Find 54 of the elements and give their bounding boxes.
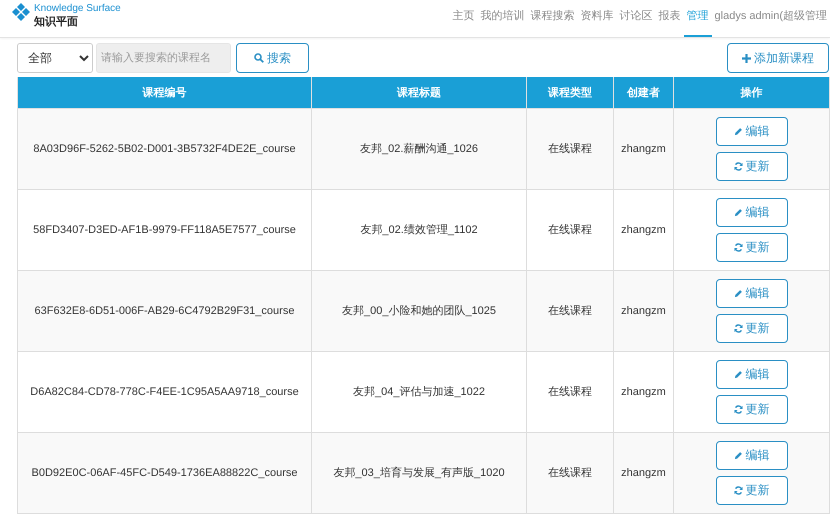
course-title-cell: 友邦_03_培育与发展_有声版_1020 <box>312 432 526 514</box>
logo-name: Knowledge Surface <box>34 3 121 15</box>
course-type-cell: 在线课程 <box>526 270 614 352</box>
nav-link[interactable]: 课程搜索 <box>528 0 578 37</box>
column-header: 课程标题 <box>312 77 526 108</box>
search-field[interactable]: 请输入要搜索的课程名 <box>96 43 231 73</box>
edit-button[interactable]: 编辑 <box>716 117 788 146</box>
refresh-icon <box>734 486 742 495</box>
update-button[interactable]: 更新 <box>716 233 788 262</box>
refresh-icon <box>734 324 742 333</box>
edit-button[interactable]: 编辑 <box>716 360 788 389</box>
refresh-icon <box>734 162 742 171</box>
nav-link[interactable]: 管理 <box>684 0 712 37</box>
pencil-icon <box>734 289 742 298</box>
search-icon <box>254 53 264 63</box>
nav-link[interactable]: 主页 <box>450 0 478 37</box>
logo-icon <box>12 3 30 21</box>
nav-link[interactable]: 资料库 <box>578 0 617 37</box>
edit-button[interactable]: 编辑 <box>716 198 788 227</box>
nav-link[interactable]: gladys admin(超级管理 <box>712 0 830 37</box>
column-header: 创建者 <box>614 77 674 108</box>
edit-button[interactable]: 编辑 <box>716 441 788 470</box>
update-button[interactable]: 更新 <box>716 152 788 181</box>
nav-link[interactable]: 报表 <box>656 0 684 37</box>
update-button[interactable]: 更新 <box>716 476 788 505</box>
pencil-icon <box>734 451 742 460</box>
pencil-icon <box>734 127 742 136</box>
refresh-icon <box>734 405 742 414</box>
course-id-cell: 63F632E8-6D51-006F-AB29-6C4792B29F31_course <box>18 270 312 352</box>
search-button[interactable]: 搜索 <box>236 43 309 73</box>
pencil-icon <box>734 370 742 379</box>
course-id-cell: 8A03D96F-5262-5B02-D001-3B5732F4DE2E_course <box>18 108 312 190</box>
update-button[interactable]: 更新 <box>716 395 788 424</box>
course-title-cell: 友邦_02.薪酬沟通_1026 <box>312 108 526 190</box>
add-course-button[interactable]: 添加新课程 <box>727 43 829 73</box>
nav-link[interactable]: 讨论区 <box>616 0 656 37</box>
nav-link[interactable]: 我的培训 <box>478 0 528 37</box>
column-header: 课程类型 <box>526 77 614 108</box>
course-id-cell: B0D92E0C-06AF-45FC-D549-1736EA88822C_course <box>18 432 312 514</box>
course-type-cell: 在线课程 <box>526 432 614 514</box>
edit-button[interactable]: 编辑 <box>716 279 788 308</box>
pencil-icon <box>734 208 742 217</box>
course-type-cell: 在线课程 <box>526 108 614 190</box>
logo-subtitle: 知识平面 <box>34 16 79 28</box>
creator-cell: zhangzm <box>614 270 674 352</box>
creator-cell: zhangzm <box>614 432 674 514</box>
update-button[interactable]: 更新 <box>716 314 788 343</box>
column-header: 课程编号 <box>18 77 312 108</box>
filter-dropdown[interactable]: 全部 <box>17 43 93 73</box>
plus-icon <box>742 54 751 62</box>
creator-cell: zhangzm <box>614 108 674 190</box>
column-header: 操作 <box>674 77 830 108</box>
refresh-icon <box>734 243 742 252</box>
course-title-cell: 友邦_00_小险和她的团队_1025 <box>312 270 526 352</box>
